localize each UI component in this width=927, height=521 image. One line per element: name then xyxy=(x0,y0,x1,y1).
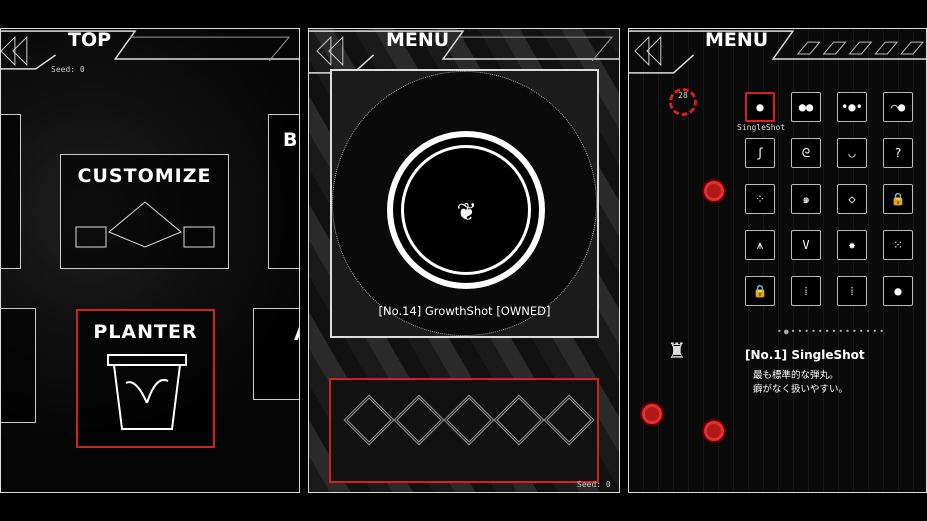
shot-slot-20[interactable]: ● xyxy=(883,276,913,306)
screen-title: MENU xyxy=(705,29,769,51)
shot-caption: [No.14] GrowthShot [OWNED] xyxy=(378,304,551,318)
shot-slot-12[interactable]: 🔒 xyxy=(883,184,913,214)
slot-3[interactable] xyxy=(443,394,495,446)
shot-slot-4[interactable]: ⌒● xyxy=(883,92,913,122)
shot-description: 最も標準的な弾丸。 癖がなく扱いやすい。 xyxy=(753,369,848,397)
menu-card-label: Bo xyxy=(283,129,299,151)
shot-slot-11[interactable]: ◇ xyxy=(837,184,867,214)
seed-label: Seed: 0 xyxy=(577,480,611,489)
growthshot-icon: ❦ xyxy=(401,145,531,275)
slot-1[interactable] xyxy=(343,394,395,446)
shot-slot-16[interactable]: ⁙ xyxy=(883,230,913,260)
shot-slot-19[interactable]: ⁞ xyxy=(837,276,867,306)
menu-card-partial-left[interactable] xyxy=(1,114,21,269)
shot-slot-14[interactable]: V xyxy=(791,230,821,260)
menu-card-label: A xyxy=(294,323,299,345)
customize-label: CUSTOMIZE xyxy=(77,165,212,187)
shot-slot-8[interactable]: ? xyxy=(883,138,913,168)
shot-slot-9[interactable]: ⁘ xyxy=(745,184,775,214)
customize-button[interactable]: CUSTOMIZE xyxy=(60,154,229,269)
menu-card-partial-left-2[interactable] xyxy=(1,308,36,423)
menu-card-partial-right-2[interactable]: A xyxy=(253,308,299,400)
shot-emblem-ring: ❦ xyxy=(387,131,545,289)
shot-slot-7[interactable]: ◡ xyxy=(837,138,867,168)
planter-button[interactable]: PLANTER xyxy=(76,309,215,448)
slot-2[interactable] xyxy=(393,394,445,446)
shot-slot-5[interactable]: ʃ xyxy=(745,138,775,168)
slot-5[interactable] xyxy=(543,394,595,446)
red-orb-enemy xyxy=(642,404,662,424)
page-dots: •●•••••••••••••• xyxy=(777,327,887,336)
back-icon[interactable] xyxy=(634,35,662,67)
enemy-counter: 28 xyxy=(669,88,697,116)
red-orb-enemy xyxy=(704,181,724,201)
menu-panel-shot-list: MENU 28 ● ●● •●• ⌒● ʃ ᘓ ◡? ⁘ ๑ ◇ 🔒 ⩚ V ✸ ⁙ 🔒 ⁞ ⁞ ● SingleS… xyxy=(628,28,927,493)
shot-slot-6[interactable]: ᘓ xyxy=(791,138,821,168)
slot-4[interactable] xyxy=(493,394,545,446)
top-panel: TOP Seed: 0 CUSTOMIZE PLANTER Bo A xyxy=(0,28,300,493)
shot-slot-10[interactable]: ๑ xyxy=(791,184,821,214)
screen-title: TOP xyxy=(68,29,112,51)
menu-panel-shot: MENU ❦ [No.14] GrowthShot [OWNED] Seed: … xyxy=(308,28,620,493)
shot-slot-18[interactable]: ⁞ xyxy=(791,276,821,306)
ship-icon xyxy=(75,201,215,248)
shot-slot-15[interactable]: ✸ xyxy=(837,230,867,260)
shot-slot-2[interactable]: ●● xyxy=(791,92,821,122)
back-icon[interactable] xyxy=(1,35,28,67)
desc-line: 最も標準的な弾丸。 xyxy=(753,370,839,381)
desc-line: 癖がなく扱いやすい。 xyxy=(753,384,849,395)
red-orb-enemy xyxy=(704,421,724,441)
planter-label: PLANTER xyxy=(93,321,198,343)
shot-preview-card: ❦ [No.14] GrowthShot [OWNED] xyxy=(330,69,599,338)
screen-title: MENU xyxy=(386,29,450,51)
shot-title: [No.1] SingleShot xyxy=(745,348,865,362)
menu-card-partial-right[interactable]: Bo xyxy=(268,114,299,269)
player-ship-icon: ♜ xyxy=(669,335,685,365)
header-frame xyxy=(1,30,299,70)
shot-slot-1[interactable]: ● xyxy=(745,92,775,122)
shot-slot-3[interactable]: •●• xyxy=(837,92,867,122)
slot-bar xyxy=(329,378,599,483)
shot-slot-13[interactable]: ⩚ xyxy=(745,230,775,260)
plant-pot-icon xyxy=(107,354,187,430)
header-frame xyxy=(629,30,926,74)
back-icon[interactable] xyxy=(316,35,344,67)
seed-label: Seed: 0 xyxy=(51,65,85,74)
selected-shot-label: SingleShot xyxy=(737,123,786,132)
shot-slot-17[interactable]: 🔒 xyxy=(745,276,775,306)
